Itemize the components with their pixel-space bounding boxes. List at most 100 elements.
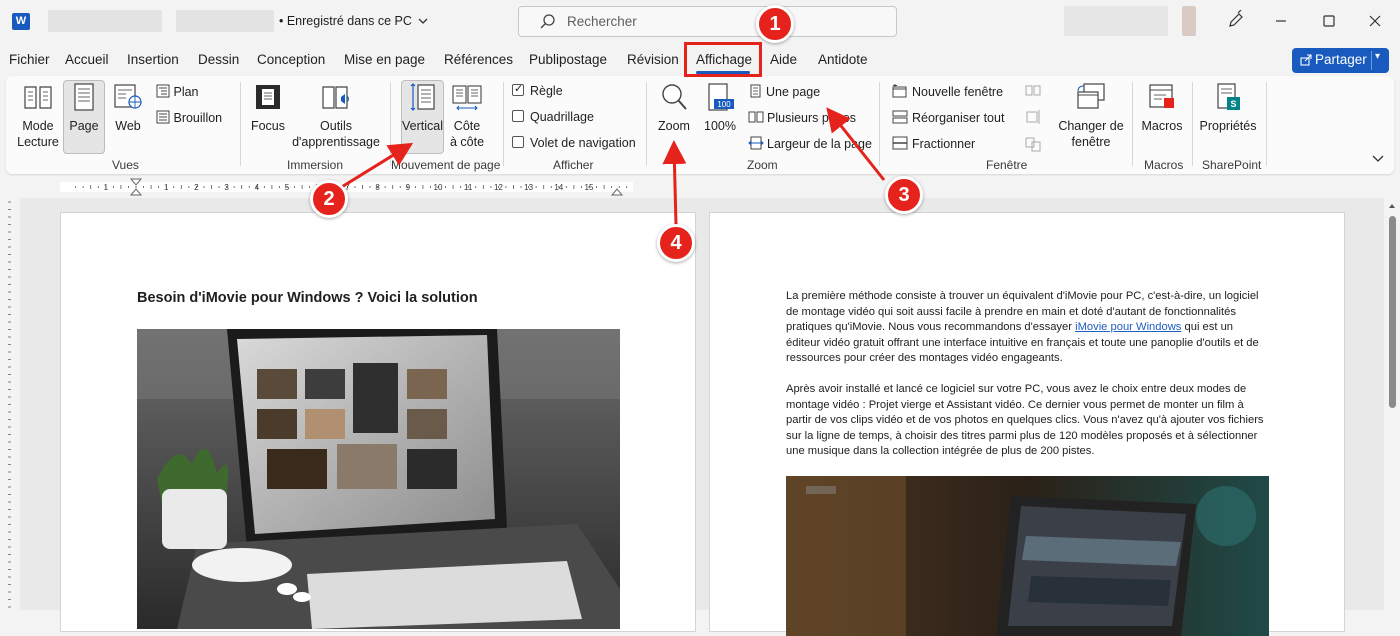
ruler-tick-label: 13 [524, 183, 533, 192]
maximize-icon[interactable] [1316, 8, 1342, 34]
regle-check[interactable] [512, 82, 524, 96]
page-view-button[interactable]: Page [63, 82, 105, 134]
ribbon: Mode Lecture Page Web Plan Brouillon Vue… [6, 76, 1394, 174]
tab-insertion[interactable]: Insertion [127, 52, 179, 67]
zoom-100-button[interactable]: 100 100% [702, 82, 738, 134]
vertical-label: Vertical [402, 119, 443, 133]
group-label-macros: Macros [1144, 158, 1184, 172]
plan-button[interactable]: Plan [156, 84, 199, 99]
tab-aide[interactable]: Aide [770, 52, 797, 67]
zoom-label: Zoom [658, 119, 690, 133]
une-page-button[interactable]: Une page [748, 84, 820, 99]
annotation-badge-1: 1 [756, 5, 794, 43]
annotation-badge-4: 4 [657, 224, 695, 262]
tab-antidote[interactable]: Antidote [818, 52, 868, 67]
chevron-down-icon[interactable]: ▾ [1375, 51, 1380, 62]
ruler-tick-label: 12 [494, 183, 503, 192]
avatar[interactable] [1182, 6, 1196, 36]
split-icon [892, 136, 908, 150]
quadrillage-check[interactable] [512, 110, 524, 122]
tab-dessin[interactable]: Dessin [198, 52, 239, 67]
learning-tools-icon [322, 86, 349, 109]
reorganiser-tout-button[interactable]: Réorganiser tout [892, 110, 1004, 125]
vertical-scrollbar[interactable] [1384, 198, 1400, 610]
chevron-down-icon[interactable] [415, 14, 428, 28]
multiple-pages-icon [748, 111, 764, 123]
regle-checkbox[interactable]: Règle [512, 82, 563, 98]
outils-apprentissage-button[interactable]: Outils d'apprentissage [290, 82, 382, 150]
document-name-blurred [176, 10, 274, 32]
group-separator [1132, 82, 1133, 166]
pen-icon[interactable] [1226, 10, 1246, 30]
close-icon[interactable] [1362, 8, 1388, 34]
zoom-button[interactable]: Zoom [654, 82, 694, 134]
zoom-100-label: 100% [704, 119, 736, 133]
changer-fenetre-button[interactable]: Changer de fenêtre [1056, 82, 1126, 150]
vertical-ruler-scale [8, 201, 11, 608]
plusieurs-pages-button[interactable]: Plusieurs pages [748, 110, 856, 125]
account-name-blurred [1064, 6, 1168, 36]
share-icon [1300, 54, 1312, 66]
paragraph-2[interactable]: Après avoir installé et lancé ce logicie… [786, 382, 1270, 460]
tab-conception[interactable]: Conception [257, 52, 325, 67]
scroll-up-icon[interactable] [1388, 202, 1396, 210]
tab-publipostage[interactable]: Publipostage [529, 52, 607, 67]
share-button[interactable]: Partager ▾ [1292, 48, 1389, 73]
plan-label: Plan [173, 85, 199, 99]
tab-fichier[interactable]: Fichier [9, 52, 50, 67]
document-page-left[interactable]: Besoin d'iMovie pour Windows ? Voici la … [60, 212, 696, 632]
arrange-all-icon [892, 110, 908, 124]
minimize-icon[interactable] [1268, 8, 1294, 34]
page-icon [74, 83, 94, 111]
svg-text:100: 100 [717, 100, 731, 109]
fractionner-button[interactable]: Fractionner [892, 136, 975, 151]
volet-navigation-checkbox[interactable]: Volet de navigation [512, 136, 636, 150]
web-view-label: Web [115, 119, 141, 133]
tab-references[interactable]: Références [444, 52, 513, 67]
web-view-button[interactable]: Web [110, 82, 146, 134]
collapse-ribbon-icon[interactable] [1372, 154, 1384, 164]
annotation-badge-2: 2 [310, 180, 348, 218]
doc-heading[interactable]: Besoin d'iMovie pour Windows ? Voici la … [137, 290, 478, 306]
vertical-ruler[interactable] [0, 198, 20, 610]
one-page-icon [750, 84, 761, 98]
largeur-page-button[interactable]: Largeur de la page [748, 136, 872, 151]
scroll-thumb[interactable] [1389, 216, 1396, 408]
quadrillage-checkbox[interactable]: Quadrillage [512, 110, 594, 124]
tab-revision[interactable]: Révision [627, 52, 679, 67]
plusieurs-label: Plusieurs pages [767, 111, 856, 125]
search-icon [540, 14, 555, 29]
proprietes-button[interactable]: S Propriétés [1198, 82, 1258, 134]
ruler-tick-label: 1 [104, 183, 109, 192]
vertical-button[interactable]: Vertical [401, 82, 444, 134]
vertical-scroll-icon [410, 83, 435, 111]
focus-label: Focus [250, 119, 286, 133]
save-status[interactable]: • Enregistré dans ce PC [279, 14, 428, 28]
title-bar: W • Enregistré dans ce PC Rechercher [0, 0, 1400, 44]
brouillon-label: Brouillon [173, 111, 223, 125]
tab-mise-en-page[interactable]: Mise en page [344, 52, 425, 67]
volet-check[interactable] [512, 136, 524, 148]
paragraph-1[interactable]: La première méthode consiste à trouver u… [786, 289, 1270, 367]
proprietes-label: Propriétés [1199, 119, 1257, 133]
web-layout-icon [114, 84, 142, 109]
macros-label: Macros [1141, 119, 1183, 133]
macros-button[interactable]: Macros [1140, 82, 1184, 134]
word-logo-icon: W [12, 13, 30, 30]
video-editor-photo [786, 476, 1269, 636]
ruler-tick-label: 3 [224, 183, 229, 192]
document-area[interactable]: Besoin d'iMovie pour Windows ? Voici la … [20, 198, 1384, 636]
brouillon-button[interactable]: Brouillon [156, 110, 222, 125]
imovie-windows-link[interactable]: iMovie pour Windows [1075, 321, 1181, 333]
focus-button[interactable]: Focus [248, 82, 288, 134]
nouvelle-fenetre-button[interactable]: Nouvelle fenêtre [892, 84, 1003, 99]
tab-accueil[interactable]: Accueil [65, 52, 109, 67]
document-page-right[interactable]: La première méthode consiste à trouver u… [709, 212, 1345, 636]
horizontal-ruler[interactable]: 1123456789101112131415 [0, 176, 1400, 198]
cote-a-cote-button[interactable]: Côte à côte [448, 82, 486, 150]
outils-label: Outils d'apprentissage [292, 119, 380, 149]
mode-lecture-button[interactable]: Mode Lecture [14, 82, 62, 150]
search-input[interactable]: Rechercher [518, 6, 897, 37]
window-side-icons [1025, 85, 1041, 152]
side-by-side-icon [452, 85, 482, 111]
